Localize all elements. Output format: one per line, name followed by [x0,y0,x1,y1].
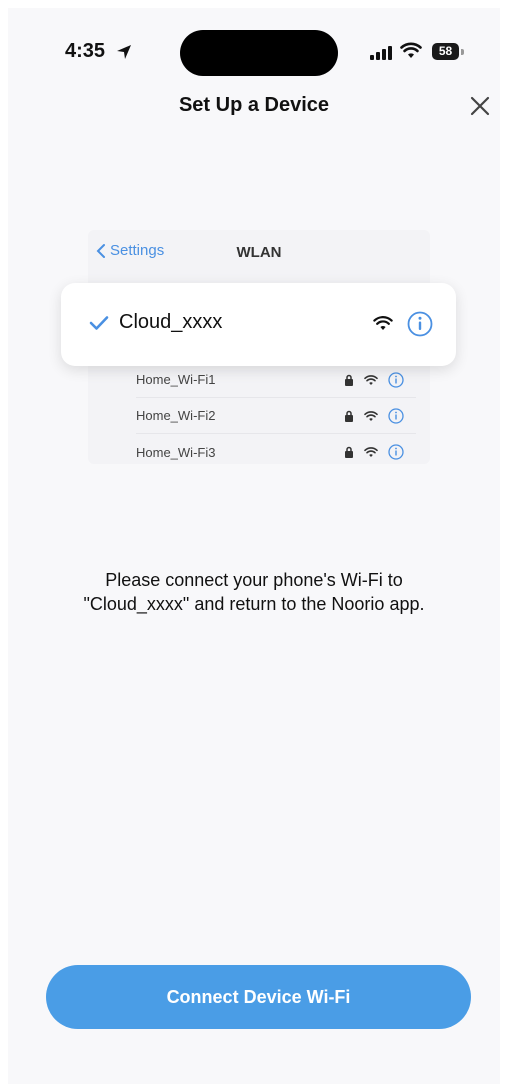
location-arrow-icon [116,44,132,65]
app-screen: 4:35 58 Set Up a Device Settings WLAN Ho… [8,8,500,1084]
lock-icon [345,446,353,458]
network-row: Home_Wi-Fi3 [136,434,416,464]
info-icon [388,444,404,460]
wifi-icon [364,374,378,385]
wifi-icon [373,316,393,336]
selected-network-name: Cloud_xxxx [119,311,223,333]
instruction-line-2: "Cloud_xxxx" and return to the Noorio ap… [83,594,425,614]
dynamic-island [180,30,338,76]
wifi-icon [364,446,378,457]
network-name: Home_Wi-Fi1 [136,372,216,387]
page-title: Set Up a Device [178,94,330,116]
battery-nub [461,49,464,55]
status-time: 4:35 [65,40,106,62]
connect-device-wifi-button[interactable]: Connect Device Wi-Fi [46,965,471,1029]
wifi-icon [364,410,378,421]
battery-icon: 58 [432,43,459,60]
info-icon [388,408,404,424]
instruction-text: Please connect your phone's Wi-Fi to "Cl… [28,568,480,616]
checkmark-icon [89,315,109,336]
lock-icon [345,374,353,386]
illustration-title: WLAN [236,244,282,261]
status-bar: 4:35 58 [8,30,500,82]
network-row: Home_Wi-Fi1 [136,362,416,398]
selected-network-card: Cloud_xxxx [61,283,456,366]
network-name: Home_Wi-Fi2 [136,408,216,423]
close-icon[interactable] [466,92,494,120]
info-icon [388,372,404,388]
cellular-signal-icon [370,46,392,60]
lock-icon [345,410,353,422]
illustration-navbar: Settings WLAN [88,230,430,278]
network-name: Home_Wi-Fi3 [136,444,216,460]
network-row: Home_Wi-Fi2 [136,398,416,434]
wifi-status-icon [400,42,422,64]
info-icon [407,311,433,342]
instruction-line-1: Please connect your phone's Wi-Fi to [105,570,403,590]
